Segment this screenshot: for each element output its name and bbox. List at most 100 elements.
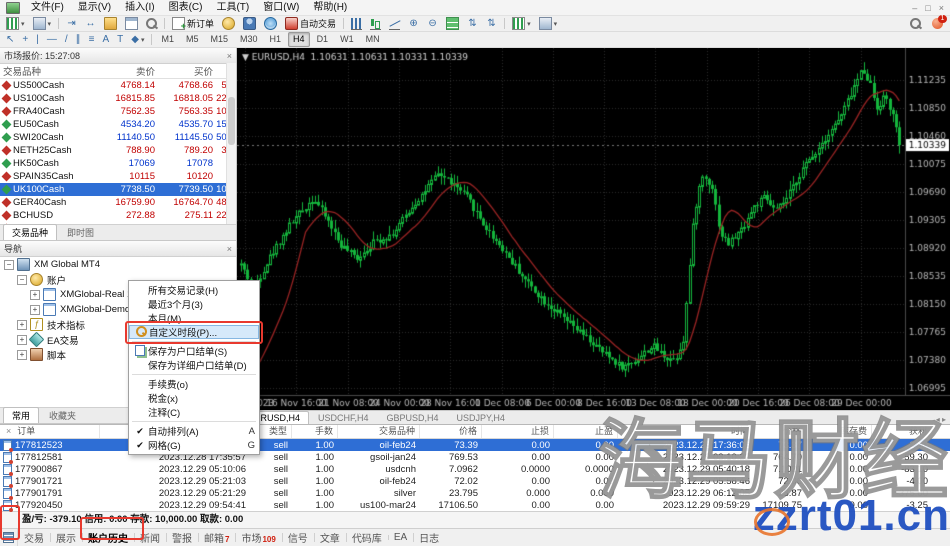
- context-menu-item[interactable]: 所有交易记录(H): [129, 283, 259, 297]
- tile-windows-button[interactable]: [443, 16, 462, 31]
- context-menu-item[interactable]: 税金(x): [129, 391, 259, 405]
- close-icon[interactable]: ×: [3, 425, 14, 438]
- templates-folder-button[interactable]: [101, 16, 120, 31]
- timeframe-w1[interactable]: W1: [335, 32, 359, 47]
- close-button[interactable]: ×: [939, 3, 944, 13]
- market-watch-row[interactable]: FRA40Cash7562.357563.35100: [0, 105, 236, 118]
- timeframe-m30[interactable]: M30: [235, 32, 263, 47]
- timeframe-mn[interactable]: MN: [361, 32, 385, 47]
- text-tool[interactable]: A: [99, 32, 112, 47]
- market-watch-row[interactable]: US100Cash16815.8516818.05220: [0, 92, 236, 105]
- market-watch-row[interactable]: EU50Cash4534.204535.70150: [0, 118, 236, 131]
- new-chart-button[interactable]: ▾: [3, 16, 28, 31]
- zoom-out-button[interactable]: ⊖: [424, 16, 441, 31]
- timeframe-d1[interactable]: D1: [312, 32, 334, 47]
- zoom-in-button[interactable]: ⊕: [405, 16, 422, 31]
- menu-item-7[interactable]: 帮助(H): [306, 0, 354, 15]
- candle-chart-button[interactable]: [367, 16, 384, 31]
- market-watch-row[interactable]: SPAIN35Cash10115101205: [0, 170, 236, 183]
- order-row[interactable]: 1779017912023.12.29 05:21:29sell1.00silv…: [0, 487, 950, 499]
- label-tool[interactable]: T: [114, 32, 126, 47]
- chart-tab-gbpusdh4[interactable]: GBPUSD,H4: [378, 411, 448, 424]
- arrange-up-button[interactable]: ⇅: [464, 16, 481, 31]
- market-watch-scrollbar[interactable]: [226, 63, 236, 224]
- close-icon[interactable]: ×: [227, 51, 232, 61]
- market-watch-row[interactable]: BCHUSD272.88275.11223: [0, 209, 236, 222]
- context-menu-item[interactable]: 最近3个月(3): [129, 297, 259, 311]
- tree-expand-icon[interactable]: −: [17, 275, 27, 285]
- market-watch-row[interactable]: UK100Cash7738.507739.50100: [0, 183, 236, 196]
- chart-tab-usdchfh4[interactable]: USDCHF,H4: [309, 411, 378, 424]
- channel-tool[interactable]: ∥: [73, 32, 84, 47]
- navigator-tab-收藏夹[interactable]: 收藏夹: [40, 407, 85, 423]
- context-menu-item[interactable]: 手续费(o): [129, 377, 259, 391]
- menu-item-2[interactable]: 显示(V): [71, 0, 118, 15]
- menu-item-5[interactable]: 工具(T): [209, 0, 256, 15]
- navigator-tab-常用[interactable]: 常用: [3, 407, 39, 423]
- market-watch-row[interactable]: HK50Cash17069170789: [0, 157, 236, 170]
- tree-expand-icon[interactable]: +: [17, 335, 27, 345]
- search-button[interactable]: [907, 16, 924, 31]
- arrange-down-button[interactable]: ⇅: [483, 16, 500, 31]
- scrollbar-thumb[interactable]: [228, 97, 235, 145]
- chart-tab-scroll-arrows[interactable]: ◂ ▸: [936, 415, 950, 424]
- market-watch-row[interactable]: SWI20Cash11140.5011145.50500: [0, 131, 236, 144]
- periods-button[interactable]: ▾: [536, 16, 561, 31]
- context-menu-item[interactable]: 保存为户口结单(S): [129, 344, 259, 358]
- tree-item[interactable]: −XM Global MT4: [0, 257, 236, 272]
- restore-button[interactable]: □: [925, 3, 930, 13]
- minimize-button[interactable]: ‒: [912, 3, 917, 13]
- context-menu-item[interactable]: 自定义时段(P)...: [129, 325, 259, 339]
- context-menu-item[interactable]: 注释(C): [129, 405, 259, 419]
- vertical-line-tool[interactable]: |: [33, 32, 42, 47]
- notifications-button[interactable]: 1: [929, 16, 946, 31]
- horizontal-line-tool[interactable]: —: [44, 32, 60, 47]
- cursor-tool[interactable]: ↖: [3, 32, 17, 47]
- web-trading-button[interactable]: [261, 16, 280, 31]
- trendline-tool[interactable]: /: [62, 32, 71, 47]
- tree-expand-icon[interactable]: +: [30, 290, 40, 300]
- order-row[interactable]: 1779017212023.12.29 05:21:03sell1.00oil-…: [0, 475, 950, 487]
- close-icon[interactable]: ×: [227, 244, 232, 254]
- context-menu-item[interactable]: ✔网格(G)G: [129, 438, 259, 452]
- price-chart-canvas[interactable]: [237, 48, 950, 410]
- line-chart-button[interactable]: [386, 16, 403, 31]
- tree-expand-icon[interactable]: +: [30, 305, 40, 315]
- community-button[interactable]: [240, 16, 259, 31]
- market-watch-row[interactable]: NETH25Cash788.90789.2030: [0, 144, 236, 157]
- chart-tab-usdjpyh4[interactable]: USDJPY,H4: [448, 411, 514, 424]
- tree-expand-icon[interactable]: +: [17, 350, 27, 360]
- new-order-button[interactable]: 新订单: [169, 16, 217, 31]
- timeframe-m15[interactable]: M15: [206, 32, 234, 47]
- auto-scroll-button[interactable]: ↔: [82, 16, 99, 31]
- tree-expand-icon[interactable]: −: [4, 260, 14, 270]
- market-watch-row[interactable]: US500Cash4768.144768.6652: [0, 79, 236, 92]
- context-menu-item[interactable]: 本月(M): [129, 311, 259, 325]
- window-layout-button[interactable]: [122, 16, 141, 31]
- order-row[interactable]: 1779008672023.12.29 05:10:06sell1.00usdc…: [0, 463, 950, 475]
- market-watch-tab-交易品种[interactable]: 交易品种: [3, 224, 57, 240]
- menu-item-3[interactable]: 插入(I): [118, 0, 161, 15]
- market-watch-row[interactable]: LTCUSD73.4073.80140: [0, 222, 236, 224]
- timeframe-m5[interactable]: M5: [181, 32, 204, 47]
- indicators-button[interactable]: ▾: [509, 16, 534, 31]
- auto-trading-button[interactable]: 自动交易: [282, 16, 339, 31]
- context-menu-item[interactable]: ✔自动排列(A)A: [129, 424, 259, 438]
- zoom-window-button[interactable]: [143, 16, 160, 31]
- timeframe-m1[interactable]: M1: [156, 32, 179, 47]
- order-row[interactable]: 1779204502023.12.29 09:54:41sell1.00us10…: [0, 499, 950, 511]
- timeframe-h1[interactable]: H1: [265, 32, 287, 47]
- fibonacci-tool[interactable]: ≡: [86, 32, 98, 47]
- market-watch-tab-即时图[interactable]: 即时图: [58, 224, 103, 240]
- timeframe-h4[interactable]: H4: [288, 32, 310, 47]
- shapes-tool[interactable]: ◆▾: [128, 32, 147, 47]
- bar-chart-button[interactable]: [348, 16, 365, 31]
- menu-item-6[interactable]: 窗口(W): [256, 0, 306, 15]
- context-menu-item[interactable]: 保存为详细户口结单(D): [129, 358, 259, 372]
- crosshair-tool[interactable]: +: [19, 32, 31, 47]
- tree-expand-icon[interactable]: +: [17, 320, 27, 330]
- profiles-button[interactable]: ▾: [30, 16, 55, 31]
- chart-shift-button[interactable]: ⇥: [63, 16, 80, 31]
- market-watch-row[interactable]: GER40Cash16759.9016764.70480: [0, 196, 236, 209]
- menu-item-4[interactable]: 图表(C): [162, 0, 210, 15]
